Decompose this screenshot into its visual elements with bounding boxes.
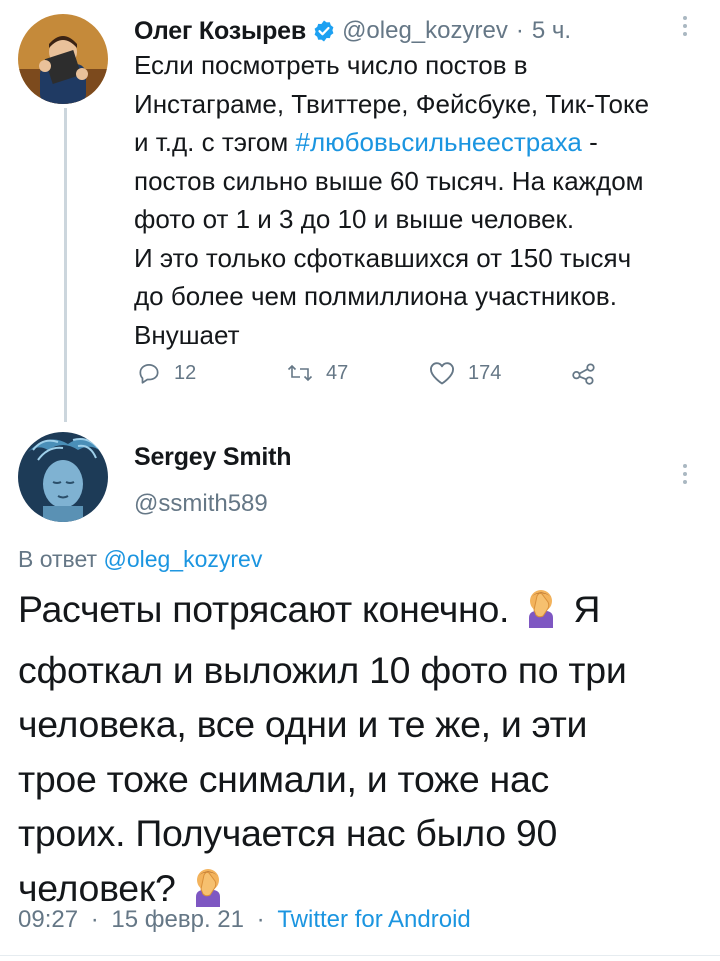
reply-line-text: Расчеты потрясают конечно. <box>18 588 510 630</box>
in-reply-prefix: В ответ <box>18 546 104 572</box>
share-icon <box>572 363 595 385</box>
author-name[interactable]: Sergey Smith <box>134 443 292 472</box>
retweet-icon <box>287 364 313 382</box>
tweet-time[interactable]: 5 ч. <box>532 17 571 45</box>
tweet-date: 15 февр. 21 <box>111 906 244 933</box>
author-name[interactable]: Олег Козырев <box>134 17 306 46</box>
meta-separator: · <box>90 906 99 933</box>
tweet-line: И это только сфоткавшихся от 150 тысяч <box>134 242 632 273</box>
avatar-oleg[interactable] <box>18 14 108 104</box>
tweet-line-text: и т.д. с тэгом <box>134 127 296 157</box>
author-handle[interactable]: @oleg_kozyrev <box>342 17 508 45</box>
tweet-meta: 09:27 · 15 февр. 21 · Twitter for Androi… <box>18 906 471 934</box>
facepalm-emoji-icon <box>523 588 559 643</box>
tweet-header: Олег Козырев @oleg_kozyrev · 5 ч. <box>134 16 571 46</box>
tweet-time: 09:27 <box>18 906 79 933</box>
more-options-button[interactable] <box>682 464 688 484</box>
reply-text: Расчеты потрясают конечно. Я сфоткал и в… <box>18 582 698 921</box>
retweet-count: 47 <box>326 361 349 384</box>
meta-separator: · <box>256 906 265 933</box>
avatar-sergey[interactable] <box>18 432 108 522</box>
tweet-line: постов сильно выше 60 тысяч. На каждом <box>134 165 644 196</box>
reply-line: трое тоже снимали, и тоже нас <box>18 757 549 800</box>
reply-line-text: Я <box>573 588 601 630</box>
author-handle[interactable]: @ssmith589 <box>134 490 268 518</box>
reply-line-text: человек? <box>18 866 176 909</box>
share-button[interactable] <box>570 360 598 386</box>
tweet-line: фото от 1 и 3 до 10 и выше человек. <box>134 204 575 234</box>
like-button[interactable]: 174 <box>428 360 501 386</box>
avatar-oleg-image <box>18 14 108 104</box>
hashtag-link[interactable]: #любовьсильнеестраха <box>295 127 581 157</box>
like-count: 174 <box>468 361 502 384</box>
client-link[interactable]: Twitter for Android <box>277 906 470 933</box>
divider <box>0 955 720 956</box>
tweet-line: Инстаграме, Твиттере, Фейсбуке, Тик-Токе <box>134 88 650 119</box>
reply-line: человека, все одни и те же, и эти <box>18 703 588 745</box>
tweet-line: и т.д. с тэгом #любовьсильнеестраха - <box>134 123 694 162</box>
tweet-text: Если посмотреть число постов в Инстаграм… <box>134 46 694 354</box>
more-options-button[interactable] <box>682 16 688 36</box>
tweet-line-text: - <box>581 127 598 157</box>
tweet-line: Внушает <box>134 319 240 350</box>
reply-line: Расчеты потрясают конечно. Я <box>18 582 698 643</box>
retweet-button[interactable]: 47 <box>286 360 348 386</box>
reply-line: сфоткал и выложил 10 фото по три <box>18 648 627 691</box>
avatar-sergey-image <box>18 432 108 522</box>
reply-count: 12 <box>174 361 197 384</box>
verified-badge-icon <box>314 20 334 42</box>
reply-icon <box>139 364 159 384</box>
tweet-line: Если посмотреть число постов в <box>134 50 528 80</box>
heart-icon <box>429 362 455 385</box>
tweet-line: до более чем полмиллиона участников. <box>134 281 617 311</box>
thread-line <box>64 108 67 422</box>
in-reply-to: В ответ @oleg_kozyrev <box>18 546 262 573</box>
reply-line: троих. Получается нас было 90 <box>18 812 558 854</box>
reply-button[interactable]: 12 <box>136 360 196 386</box>
time-separator: · <box>515 17 524 44</box>
in-reply-handle-link[interactable]: @oleg_kozyrev <box>103 546 262 572</box>
